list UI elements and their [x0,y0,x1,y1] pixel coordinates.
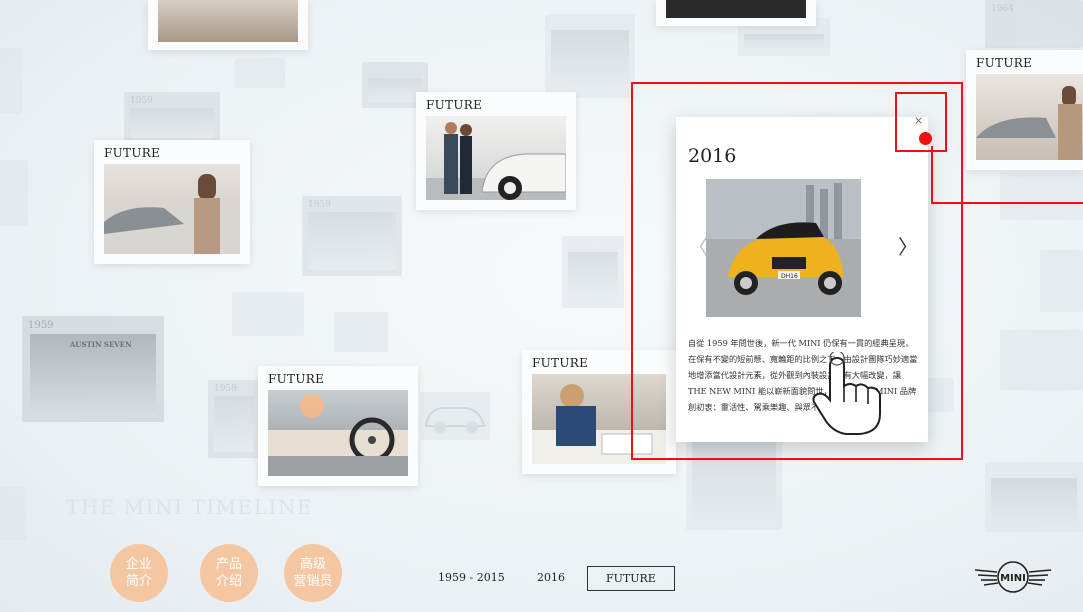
bg-photo [235,58,285,88]
timeline-tab-2016[interactable]: 2016 [537,571,565,584]
logo-text: MINI [1000,573,1026,584]
marker-dot [919,132,932,145]
timeline-headline: THE MINI TIMELINE [66,495,313,519]
card-future-interior[interactable]: FUTURE [258,366,418,486]
card-label: FUTURE [104,146,161,160]
card-photo [666,0,806,18]
card-label: FUTURE [426,98,483,112]
bg-photo [1000,172,1083,220]
bg-photo: 1959 [208,380,260,458]
bg-photo: 1959 [124,92,220,144]
card-photo [158,0,298,42]
sign-text: AUSTIN SEVEN [70,340,132,349]
leader-line [931,202,1083,204]
bg-photo [0,160,28,226]
card-label: FUTURE [532,356,589,370]
card-photo [104,164,240,254]
timeline-tab-future[interactable]: FUTURE [587,566,675,591]
leader-line [931,146,933,204]
company-intro-button[interactable]: 企业 简介 [110,544,168,602]
bg-year: 1959 [214,384,237,394]
bg-photo [985,462,1083,532]
bg-photo [545,14,635,98]
men-car-image [426,122,566,200]
bg-photo [562,236,624,308]
interior-image [268,394,408,476]
bg-photo [232,292,304,336]
card-future-right[interactable]: FUTURE [966,50,1083,170]
card-year: 1959 [28,320,54,331]
bg-year: 1964 [991,4,1014,14]
card-photo [426,116,566,200]
card-photo: AUSTIN SEVEN [30,334,156,416]
card-1959-austin[interactable]: 1959 AUSTIN SEVEN [22,316,164,422]
card-top-car[interactable] [148,0,308,50]
card-photo [268,390,408,476]
car-woman-image [104,174,240,254]
car-outline-icon [424,407,486,433]
card-photo [976,74,1083,160]
mini-logo[interactable]: MINI [973,560,1053,594]
timeline-stage: 1959 1964 1959 1959 1959 AUSTIN SEVEN FU… [0,0,1083,612]
senior-sales-button[interactable]: 高级 营销员 [284,544,342,602]
timeline-tab-1959-2015[interactable]: 1959 - 2015 [438,571,505,584]
car-woman-image [976,86,1082,160]
bg-photo [0,486,26,540]
card-label: FUTURE [268,372,325,386]
bg-year: 1959 [308,200,331,210]
product-intro-button[interactable]: 产品 介绍 [200,544,258,602]
bg-photo [1040,250,1083,312]
bg-photo [420,392,490,440]
card-future-woman[interactable]: FUTURE [94,140,250,264]
bg-photo: 1964 [985,0,1083,48]
bg-photo: 1959 [302,196,402,276]
card-label: FUTURE [976,56,1033,70]
bg-photo [1000,330,1083,390]
bg-year: 1959 [130,96,153,106]
hand-pointer-icon [812,352,881,435]
bg-photo [334,312,388,352]
card-top-dark[interactable] [656,0,816,26]
bg-photo [0,48,22,114]
card-future-men[interactable]: FUTURE [416,92,576,210]
